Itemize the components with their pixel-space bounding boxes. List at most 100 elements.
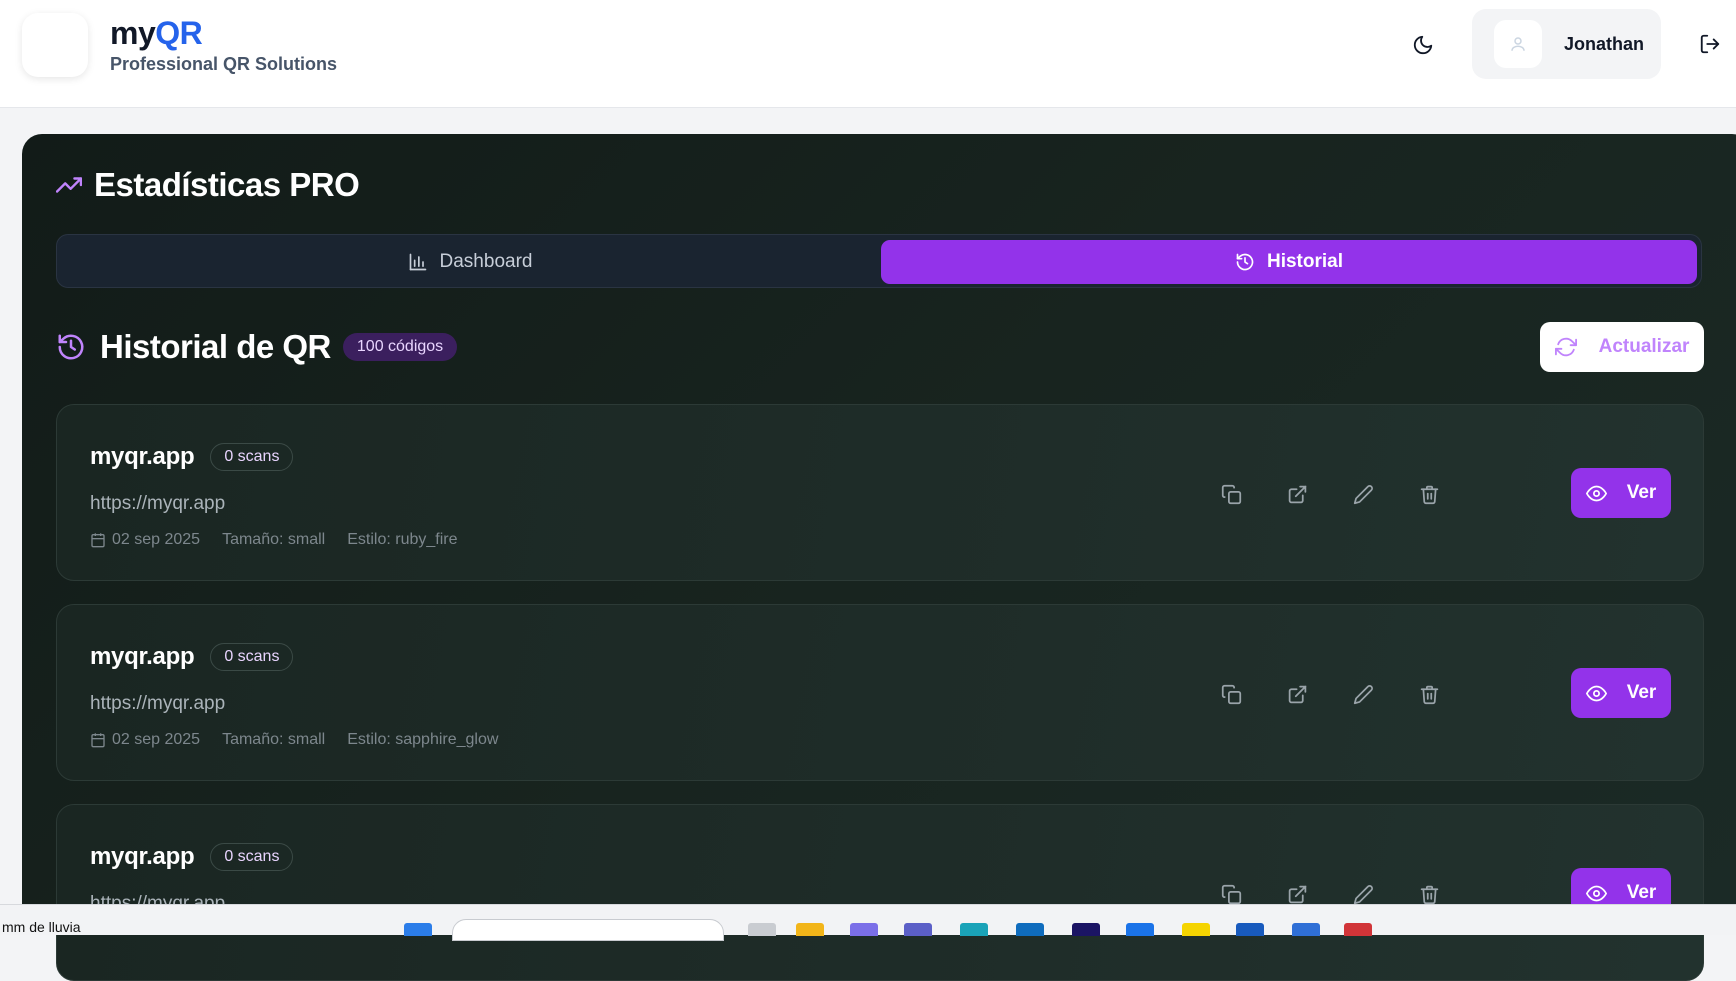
scans-badge: 0 scans xyxy=(210,643,294,671)
scans-badge: 0 scans xyxy=(210,843,294,871)
view-button[interactable]: Ver xyxy=(1571,668,1671,718)
trending-up-icon xyxy=(56,177,82,193)
card-title-row: myqr.app 0 scans xyxy=(90,643,294,671)
start-icon[interactable] xyxy=(404,923,432,936)
refresh-button[interactable]: Actualizar xyxy=(1540,322,1704,372)
edit-icon xyxy=(1353,484,1373,504)
brand-qr: QR xyxy=(155,15,203,51)
trash-icon xyxy=(1420,485,1438,504)
qr-style: Estilo: ruby_fire xyxy=(347,531,458,548)
qr-meta: 02 sep 2025 Tamaño: small Estilo: ruby_f… xyxy=(90,531,480,549)
qr-name: myqr.app xyxy=(90,443,195,470)
qr-date: 02 sep 2025 xyxy=(90,731,200,749)
copy-button[interactable] xyxy=(1214,477,1248,511)
notes-icon[interactable] xyxy=(1182,923,1210,936)
history-icon xyxy=(1236,253,1254,271)
tab-bar: Dashboard Historial xyxy=(56,234,1702,288)
copy-icon xyxy=(1221,884,1241,904)
eye-icon xyxy=(1585,485,1607,501)
calendar-icon xyxy=(91,533,105,548)
qr-date-text: 02 sep 2025 xyxy=(112,531,201,548)
tab-dashboard-label: Dashboard xyxy=(439,251,533,272)
qr-card: myqr.app 0 scans https://myqr.app Ver xyxy=(56,804,1704,981)
refresh-label: Actualizar xyxy=(1598,336,1690,357)
word-icon[interactable] xyxy=(1236,923,1264,936)
theme-toggle-button[interactable] xyxy=(1405,27,1441,63)
edit-button[interactable] xyxy=(1346,677,1380,711)
teams-icon[interactable] xyxy=(904,923,932,936)
os-taskbar: mm de lluvia xyxy=(0,904,1736,941)
view-label: Ver xyxy=(1626,882,1657,903)
stats-panel: Estadísticas PRO Dashboard Historial His… xyxy=(22,134,1736,981)
tab-dashboard[interactable]: Dashboard xyxy=(62,240,878,284)
qr-meta: 02 sep 2025 Tamaño: small Estilo: sapphi… xyxy=(90,731,520,749)
panel-title: Estadísticas PRO xyxy=(56,166,360,204)
view-button[interactable]: Ver xyxy=(1571,468,1671,518)
copy-button[interactable] xyxy=(1214,677,1248,711)
brand-subtitle: Professional QR Solutions xyxy=(110,54,338,74)
qr-style: Estilo: sapphire_glow xyxy=(347,731,499,748)
refresh-icon xyxy=(1554,337,1577,357)
view-label: Ver xyxy=(1626,682,1657,703)
logout-icon xyxy=(1700,34,1720,54)
edit-icon xyxy=(1353,884,1373,904)
weather-widget[interactable]: mm de lluvia xyxy=(2,919,81,935)
copy-icon xyxy=(1221,684,1241,704)
qr-name: myqr.app xyxy=(90,643,195,670)
eye-icon xyxy=(1585,885,1607,901)
moon-icon xyxy=(1413,35,1433,55)
history-header: Historial de QR 100 códigos xyxy=(56,328,458,366)
qr-date-text: 02 sep 2025 xyxy=(112,731,201,748)
bar-chart-icon xyxy=(409,253,426,271)
trash-icon xyxy=(1420,685,1438,704)
scans-badge: 0 scans xyxy=(210,443,294,471)
logout-button[interactable] xyxy=(1695,29,1725,59)
brand-name: myQR xyxy=(110,14,337,52)
external-link-icon xyxy=(1288,885,1306,903)
taskbar-app-icon[interactable] xyxy=(850,923,878,936)
external-link-icon xyxy=(1288,485,1306,503)
app-header: myQR Professional QR Solutions Jonathan xyxy=(0,0,1736,108)
panel-title-text: Estadísticas PRO xyxy=(94,166,360,203)
qr-card: myqr.app 0 scans https://myqr.app 02 sep… xyxy=(56,404,1704,581)
qr-url: https://myqr.app xyxy=(90,693,226,714)
taskbar-app-icon[interactable] xyxy=(748,923,776,936)
delete-button[interactable] xyxy=(1412,677,1446,711)
history-title: Historial de QR xyxy=(100,328,331,365)
count-badge: 100 códigos xyxy=(342,333,458,361)
qr-size: Tamaño: small xyxy=(222,731,326,748)
edit-button[interactable] xyxy=(1346,477,1380,511)
tab-historial[interactable]: Historial xyxy=(881,240,1697,284)
avatar xyxy=(1494,20,1542,68)
user-icon xyxy=(1511,37,1525,51)
external-link-icon xyxy=(1288,685,1306,703)
trash-icon xyxy=(1420,885,1438,904)
copy-icon xyxy=(1221,484,1241,504)
logo[interactable] xyxy=(22,13,88,77)
edge-icon[interactable] xyxy=(960,923,988,936)
taskbar-app-icon[interactable] xyxy=(1344,923,1372,936)
calendar-icon xyxy=(91,733,105,748)
qr-date: 02 sep 2025 xyxy=(90,531,200,549)
store-icon[interactable] xyxy=(1126,923,1154,936)
taskbar-app-icon[interactable] xyxy=(1016,923,1044,936)
view-label: Ver xyxy=(1626,482,1657,503)
folder-icon[interactable] xyxy=(796,923,824,936)
premiere-icon[interactable] xyxy=(1072,923,1100,936)
eye-icon xyxy=(1585,685,1607,701)
user-menu[interactable]: Jonathan xyxy=(1472,9,1661,79)
brand-my: my xyxy=(110,15,156,51)
taskbar-search[interactable] xyxy=(452,919,724,941)
taskbar-app-icon[interactable] xyxy=(1292,923,1320,936)
open-link-button[interactable] xyxy=(1280,477,1314,511)
user-name: Jonathan xyxy=(1564,33,1645,54)
qr-name: myqr.app xyxy=(90,843,195,870)
tab-historial-label: Historial xyxy=(1266,251,1344,272)
history-icon xyxy=(58,334,84,360)
edit-icon xyxy=(1353,684,1373,704)
qr-size: Tamaño: small xyxy=(222,531,326,548)
delete-button[interactable] xyxy=(1412,477,1446,511)
open-link-button[interactable] xyxy=(1280,677,1314,711)
brand: myQR Professional QR Solutions xyxy=(110,14,337,75)
card-title-row: myqr.app 0 scans xyxy=(90,843,294,871)
